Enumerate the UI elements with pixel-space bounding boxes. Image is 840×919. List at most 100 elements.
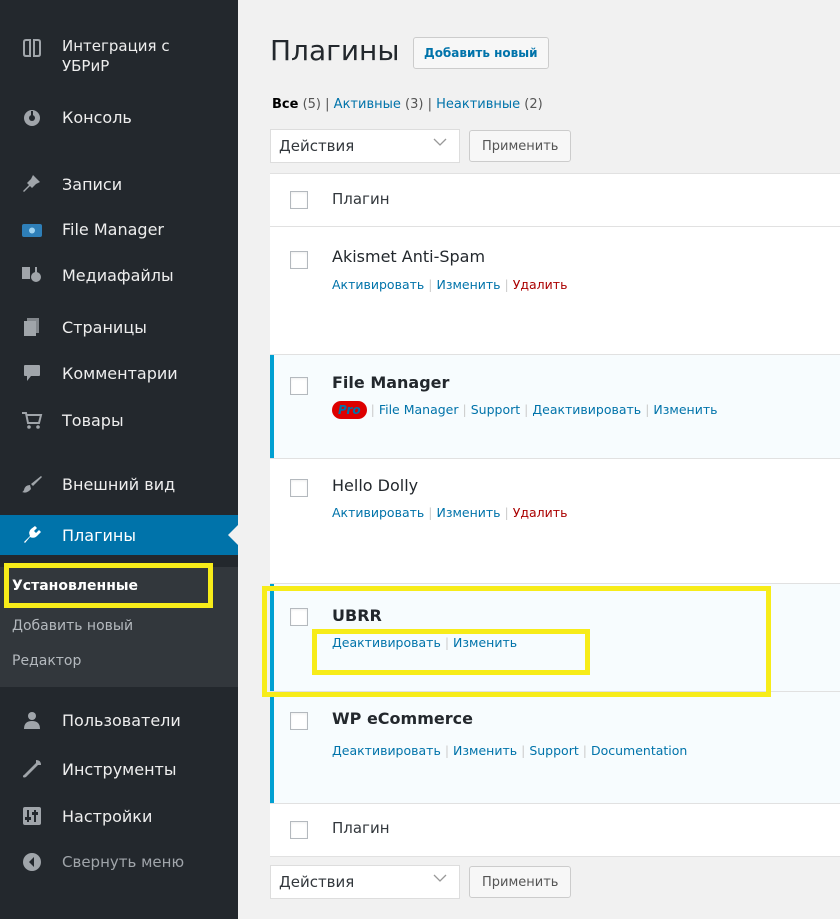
support-link[interactable]: Support [471, 402, 520, 417]
row-actions: Активировать | Изменить | Удалить [332, 505, 568, 520]
menu-label: Комментарии [62, 363, 178, 383]
file-manager-link[interactable]: File Manager [379, 402, 459, 417]
pin-icon [20, 172, 44, 196]
row-actions: Pro | File Manager | Support | Деактивировать |… [332, 401, 717, 419]
deactivate-link[interactable]: Деактивировать [332, 743, 441, 758]
column-header-plugin: Плагин [332, 190, 390, 208]
menu-item-products[interactable]: Товары [0, 403, 238, 437]
plugin-name: Akismet Anti-Spam [332, 247, 486, 266]
collapse-menu-button[interactable]: Свернуть меню [0, 845, 238, 879]
edit-link[interactable]: Изменить [653, 402, 717, 417]
menu-label: Настройки [62, 806, 153, 826]
users-icon [20, 708, 44, 732]
activate-link[interactable]: Активировать [332, 505, 424, 520]
apply-button-top[interactable]: Применить [469, 130, 572, 162]
page-title: Плагины [270, 34, 400, 67]
comments-icon [20, 361, 44, 385]
menu-item-pages[interactable]: Страницы [0, 310, 238, 344]
plugin-status-filters: Все (5) | Активные (3) | Неактивные (2) [272, 97, 543, 112]
menu-label: Товары [62, 410, 124, 430]
row-actions: Деактивировать | Изменить | Support | Document… [332, 743, 688, 758]
menu-item-appearance[interactable]: Внешний вид [0, 467, 238, 501]
file-manager-icon [20, 217, 44, 241]
plugin-checkbox[interactable] [290, 251, 308, 269]
menu-label: Медиафайлы [62, 265, 174, 285]
menu-item-dashboard[interactable]: Консоль [0, 100, 238, 134]
bulk-actions-select-bottom[interactable]: Действия [270, 865, 460, 899]
plugin-name: WP eCommerce [332, 709, 473, 728]
pro-badge[interactable]: Pro [332, 401, 367, 419]
menu-item-settings[interactable]: Настройки [0, 799, 238, 833]
column-header-plugin: Плагин [332, 819, 390, 837]
filter-separator: | [325, 97, 330, 112]
filter-all-count: (5) [302, 97, 321, 112]
tools-icon [20, 757, 44, 781]
plugin-name: Hello Dolly [332, 476, 419, 495]
plugins-table: Плагин Akismet Anti-Spam Активировать | Из… [270, 173, 840, 857]
filter-active[interactable]: Активные [334, 97, 401, 112]
appearance-icon [20, 472, 44, 496]
bulk-actions-value: Действия [279, 873, 355, 891]
menu-label: File Manager [62, 219, 164, 239]
plugin-checkbox[interactable] [290, 377, 308, 395]
cart-icon [20, 408, 44, 432]
filter-all[interactable]: Все [272, 97, 298, 112]
chevron-down-icon [433, 872, 447, 887]
apply-button-bottom[interactable]: Применить [469, 866, 572, 898]
highlight-box-ubrr-actions [312, 629, 590, 675]
support-link[interactable]: Support [529, 743, 578, 758]
pages-icon [20, 315, 44, 339]
plugin-checkbox[interactable] [290, 479, 308, 497]
menu-item-plugins[interactable]: Плагины [0, 515, 238, 555]
menu-label: Пользователи [62, 710, 181, 730]
highlight-box-installed [4, 563, 213, 608]
menu-label: Интеграция с [62, 37, 170, 55]
plugin-checkbox[interactable] [290, 712, 308, 730]
edit-link[interactable]: Изменить [436, 277, 500, 292]
delete-link[interactable]: Удалить [513, 277, 568, 292]
collapse-icon [20, 850, 44, 874]
settings-icon [20, 804, 44, 828]
menu-item-file-manager[interactable]: File Manager [0, 212, 238, 246]
edit-link[interactable]: Изменить [453, 743, 517, 758]
ubrir-icon [20, 36, 44, 60]
add-new-plugin-button[interactable]: Добавить новый [413, 37, 549, 69]
menu-label: Внешний вид [62, 474, 176, 494]
filter-separator: | [427, 97, 432, 112]
menu-label: Плагины [62, 525, 136, 545]
dashboard-icon [20, 105, 44, 129]
menu-label: Страницы [62, 317, 147, 337]
admin-sidebar: Интеграция с УБРиР Консоль Записи File M… [0, 0, 238, 919]
bulk-actions-value: Действия [279, 137, 355, 155]
deactivate-link[interactable]: Деактивировать [532, 402, 641, 417]
table-row-file-manager: File Manager Pro | File Manager | Support | Де… [270, 355, 840, 459]
table-row-akismet: Akismet Anti-Spam Активировать | Изменить |… [270, 227, 840, 355]
filter-active-count: (3) [405, 97, 424, 112]
menu-item-media[interactable]: Медиафайлы [0, 258, 238, 292]
table-footer-row: Плагин [270, 804, 840, 857]
table-header-row: Плагин [270, 174, 840, 227]
edit-link[interactable]: Изменить [436, 505, 500, 520]
media-icon [20, 263, 44, 287]
table-row-wp-ecommerce: WP eCommerce Деактивировать | Изменить | Sup… [270, 692, 840, 804]
bulk-actions-select-top[interactable]: Действия [270, 129, 460, 163]
menu-item-comments[interactable]: Комментарии [0, 356, 238, 390]
menu-item-posts[interactable]: Записи [0, 167, 238, 201]
select-all-checkbox[interactable] [290, 821, 308, 839]
filter-inactive[interactable]: Неактивные [436, 97, 520, 112]
documentation-link[interactable]: Documentation [591, 743, 687, 758]
menu-label: Консоль [62, 107, 132, 127]
submenu-add-new[interactable]: Добавить новый [12, 618, 133, 634]
filter-inactive-count: (2) [524, 97, 543, 112]
menu-item-tools[interactable]: Инструменты [0, 752, 238, 786]
menu-item-users[interactable]: Пользователи [0, 703, 238, 737]
activate-link[interactable]: Активировать [332, 277, 424, 292]
menu-label: Свернуть меню [62, 853, 185, 871]
menu-item-ubrir[interactable]: Интеграция с УБРиР [0, 28, 238, 78]
menu-label: Инструменты [62, 759, 177, 779]
select-all-checkbox[interactable] [290, 191, 308, 209]
submenu-editor[interactable]: Редактор [12, 653, 81, 669]
plugin-name: File Manager [332, 373, 450, 392]
delete-link[interactable]: Удалить [513, 505, 568, 520]
row-actions: Активировать | Изменить | Удалить [332, 277, 568, 292]
